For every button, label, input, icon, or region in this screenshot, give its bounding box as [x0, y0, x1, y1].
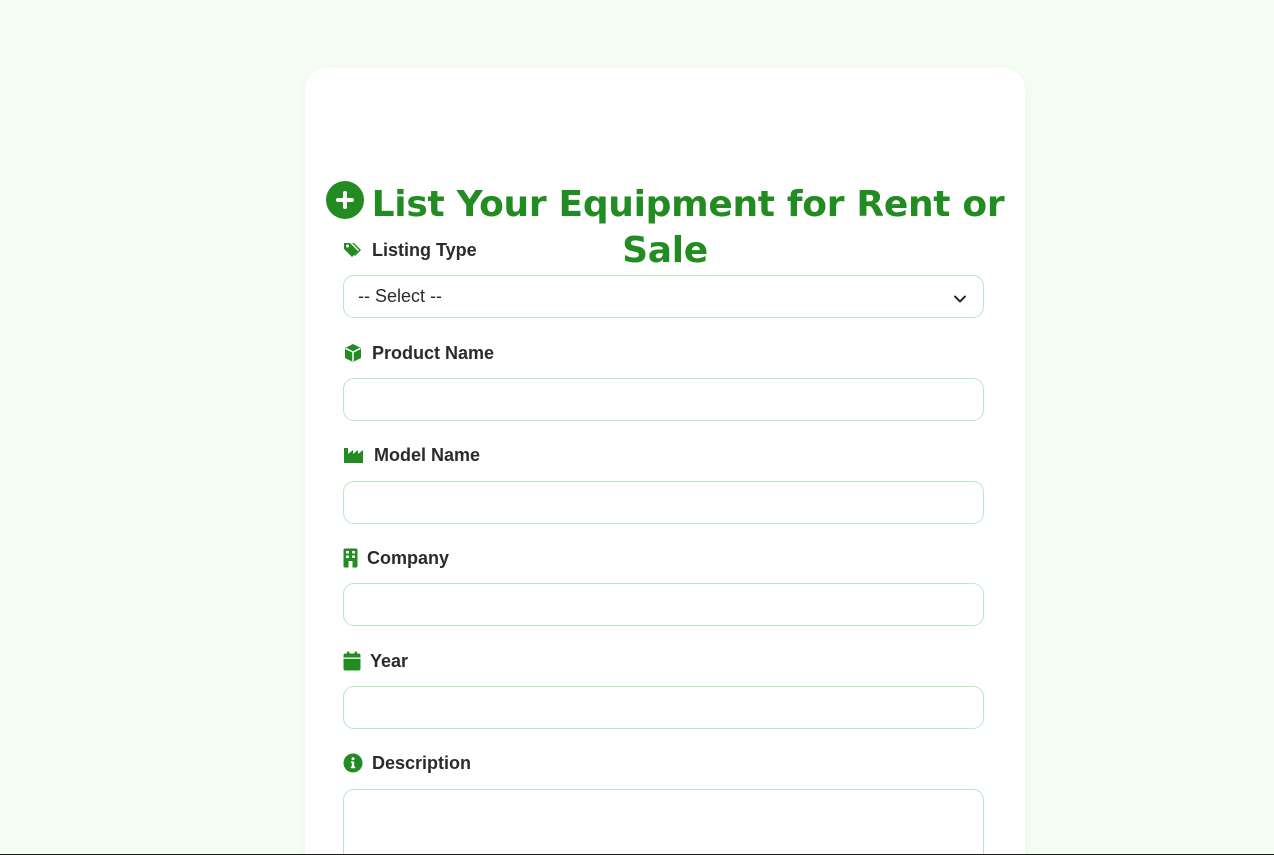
model-name-label: Model Name — [343, 444, 480, 466]
model-name-label-text: Model Name — [374, 444, 481, 465]
cube-icon — [343, 343, 363, 363]
listing-type-selected-value: -- Select -- — [358, 286, 443, 306]
building-icon — [343, 548, 358, 568]
chevron-down-icon — [953, 290, 967, 304]
calendar-icon — [343, 651, 361, 671]
plus-circle-icon — [325, 181, 364, 219]
company-label: Company — [343, 547, 449, 569]
product-name-label-text: Product Name — [372, 342, 495, 363]
model-name-input[interactable] — [343, 481, 984, 524]
product-name-label: Product Name — [343, 342, 494, 364]
product-name-input[interactable] — [343, 378, 984, 421]
description-label-text: Description — [372, 752, 472, 773]
page: List Your Equipment for Rent or Sale Lis… — [0, 0, 1274, 855]
company-input[interactable] — [343, 583, 984, 626]
listing-type-label-text: Listing Type — [372, 239, 477, 260]
listing-form-card: List Your Equipment for Rent or Sale Lis… — [305, 68, 1025, 855]
description-label: Description — [343, 752, 471, 774]
year-label: Year — [343, 650, 408, 672]
tags-icon — [343, 240, 363, 260]
year-input[interactable] — [343, 686, 984, 729]
listing-type-label: Listing Type — [343, 239, 477, 261]
industry-icon — [343, 445, 365, 465]
company-label-text: Company — [367, 547, 450, 568]
description-textarea[interactable] — [343, 789, 984, 855]
info-circle-icon — [343, 753, 363, 773]
listing-type-select[interactable]: -- Select -- — [343, 275, 984, 318]
year-label-text: Year — [370, 650, 409, 671]
